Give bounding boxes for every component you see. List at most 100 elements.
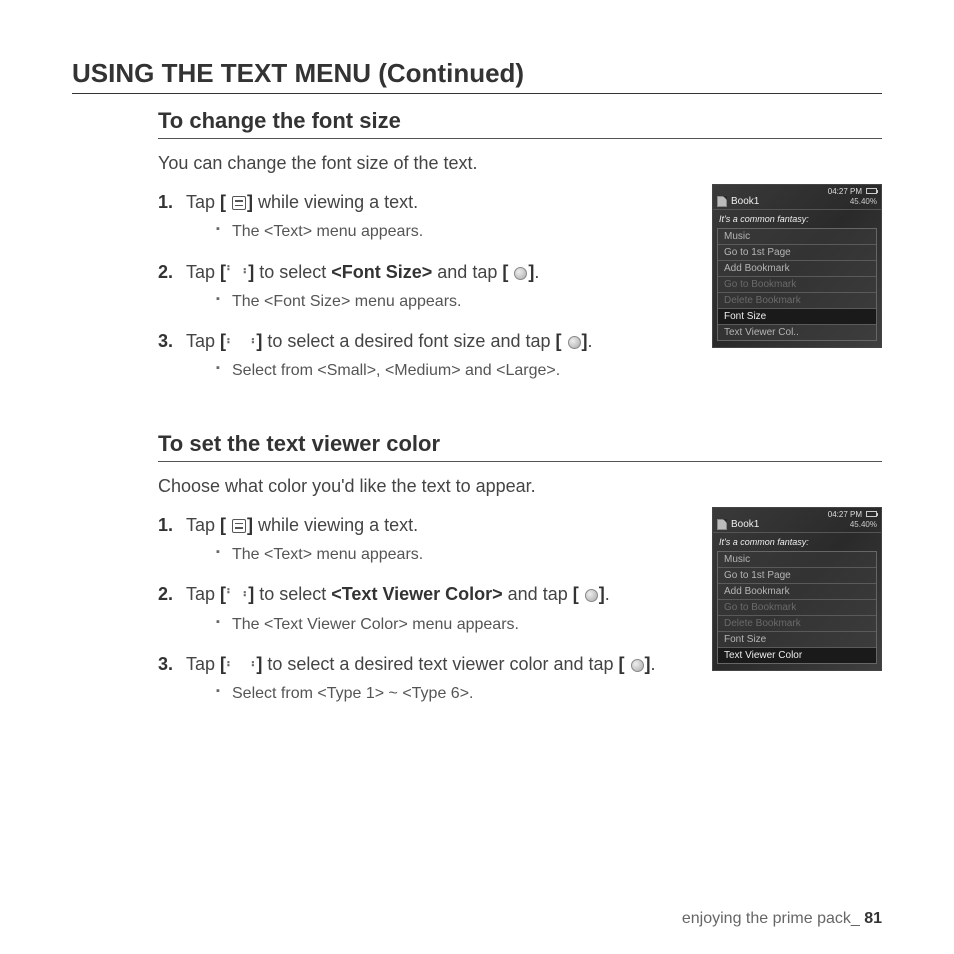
bracket-open: [ (220, 515, 226, 535)
document-icon (717, 519, 727, 530)
device-menu-item: Go to 1st Page (718, 568, 876, 584)
ok-icon (585, 589, 598, 602)
step-text: while viewing a text. (253, 515, 418, 535)
device-menu-item: Font Size (718, 309, 876, 325)
page-title: USING THE TEXT MENU (Continued) (72, 58, 882, 94)
device-menu-item: Music (718, 229, 876, 245)
step-number: 2. (158, 260, 173, 285)
step-number: 2. (158, 582, 173, 607)
device-menu-item: Text Viewer Col.. (718, 325, 876, 340)
footer-text: enjoying the prime pack_ (682, 910, 864, 927)
bracket-open: [ (556, 331, 562, 351)
device-menu-item: Delete Bookmark (718, 616, 876, 632)
step-item: 3. Tap [⠆ ⠰] to select a desired text vi… (158, 652, 698, 706)
step-text: Tap (186, 515, 220, 535)
device-progress: 45.40% (850, 197, 877, 206)
step-text: to select (254, 262, 331, 282)
device-title: Book1 (731, 196, 759, 207)
step-text: Tap (186, 331, 220, 351)
device-screenshot: 04:27 PM Book1 45.40% It's a common fant… (712, 507, 882, 671)
bracket-open: [ (573, 584, 579, 604)
step-text: Tap (186, 584, 220, 604)
battery-icon (866, 511, 877, 517)
up-down-icon: ⠃ ⠰ (226, 589, 248, 600)
steps-list: 1. Tap [ ] while viewing a text. The <Te… (158, 513, 698, 706)
device-menu-item: Add Bookmark (718, 261, 876, 277)
section-intro: Choose what color you'd like the text to… (158, 476, 882, 497)
step-text: . (534, 262, 539, 282)
device-body-text: It's a common fantasy: (713, 533, 881, 549)
step-number: 1. (158, 513, 173, 538)
device-time: 04:27 PM (828, 510, 862, 519)
step-text: while viewing a text. (253, 192, 418, 212)
step-note: The <Text> menu appears. (216, 544, 698, 566)
step-text: Tap (186, 654, 220, 674)
step-bold: <Font Size> (331, 262, 432, 282)
step-item: 2. Tap [⠃ ⠰] to select <Text Viewer Colo… (158, 582, 698, 636)
step-note: The <Font Size> menu appears. (216, 291, 698, 313)
left-right-icon: ⠆ ⠰ (226, 659, 256, 670)
battery-icon (866, 188, 877, 194)
device-menu: MusicGo to 1st PageAdd BookmarkGo to Boo… (717, 228, 877, 341)
steps-list: 1. Tap [ ] while viewing a text. The <Te… (158, 190, 698, 383)
step-text: Tap (186, 192, 220, 212)
step-text: Tap (186, 262, 220, 282)
step-number: 1. (158, 190, 173, 215)
step-item: 2. Tap [⠃ ⠰] to select <Font Size> and t… (158, 260, 698, 314)
device-menu-item: Go to 1st Page (718, 245, 876, 261)
step-item: 1. Tap [ ] while viewing a text. The <Te… (158, 513, 698, 567)
bracket-open: [ (220, 192, 226, 212)
ok-icon (514, 267, 527, 280)
device-body-text: It's a common fantasy: (713, 210, 881, 226)
step-note: Select from <Small>, <Medium> and <Large… (216, 360, 698, 382)
device-menu-item: Go to Bookmark (718, 600, 876, 616)
step-note: Select from <Type 1> ~ <Type 6>. (216, 683, 698, 705)
step-item: 1. Tap [ ] while viewing a text. The <Te… (158, 190, 698, 244)
step-text: and tap (503, 584, 573, 604)
device-menu-item: Text Viewer Color (718, 648, 876, 663)
device-time: 04:27 PM (828, 187, 862, 196)
device-progress: 45.40% (850, 520, 877, 529)
section-text-viewer-color: To set the text viewer color Choose what… (158, 431, 882, 706)
step-text: to select (254, 584, 331, 604)
step-number: 3. (158, 652, 173, 677)
section-font-size: To change the font size You can change t… (158, 108, 882, 383)
ok-icon (568, 336, 581, 349)
device-menu: MusicGo to 1st PageAdd BookmarkGo to Boo… (717, 551, 877, 664)
device-menu-item: Font Size (718, 632, 876, 648)
up-down-icon: ⠃ ⠰ (226, 266, 248, 277)
device-statusbar: 04:27 PM (713, 185, 881, 196)
ok-icon (631, 659, 644, 672)
step-text: to select a desired font size and tap (262, 331, 555, 351)
section-heading: To set the text viewer color (158, 431, 882, 462)
step-number: 3. (158, 329, 173, 354)
section-heading: To change the font size (158, 108, 882, 139)
device-statusbar: 04:27 PM (713, 508, 881, 519)
document-icon (717, 196, 727, 207)
menu-icon (232, 196, 246, 210)
step-text: . (605, 584, 610, 604)
device-menu-item: Music (718, 552, 876, 568)
device-titlebar: Book1 45.40% (713, 519, 881, 533)
device-menu-item: Add Bookmark (718, 584, 876, 600)
device-titlebar: Book1 45.40% (713, 196, 881, 210)
page-footer: enjoying the prime pack_ 81 (682, 910, 882, 928)
step-text: and tap (432, 262, 502, 282)
left-right-icon: ⠆ ⠰ (226, 336, 256, 347)
footer-page-number: 81 (864, 910, 882, 927)
bracket-open: [ (502, 262, 508, 282)
device-menu-item: Go to Bookmark (718, 277, 876, 293)
step-note: The <Text Viewer Color> menu appears. (216, 614, 698, 636)
step-text: . (588, 331, 593, 351)
section-intro: You can change the font size of the text… (158, 153, 882, 174)
device-title: Book1 (731, 519, 759, 530)
menu-icon (232, 519, 246, 533)
device-screenshot: 04:27 PM Book1 45.40% It's a common fant… (712, 184, 882, 348)
step-item: 3. Tap [⠆ ⠰] to select a desired font si… (158, 329, 698, 383)
device-menu-item: Delete Bookmark (718, 293, 876, 309)
step-bold: <Text Viewer Color> (331, 584, 502, 604)
step-text: . (651, 654, 656, 674)
step-note: The <Text> menu appears. (216, 221, 698, 243)
step-text: to select a desired text viewer color an… (262, 654, 618, 674)
bracket-open: [ (619, 654, 625, 674)
